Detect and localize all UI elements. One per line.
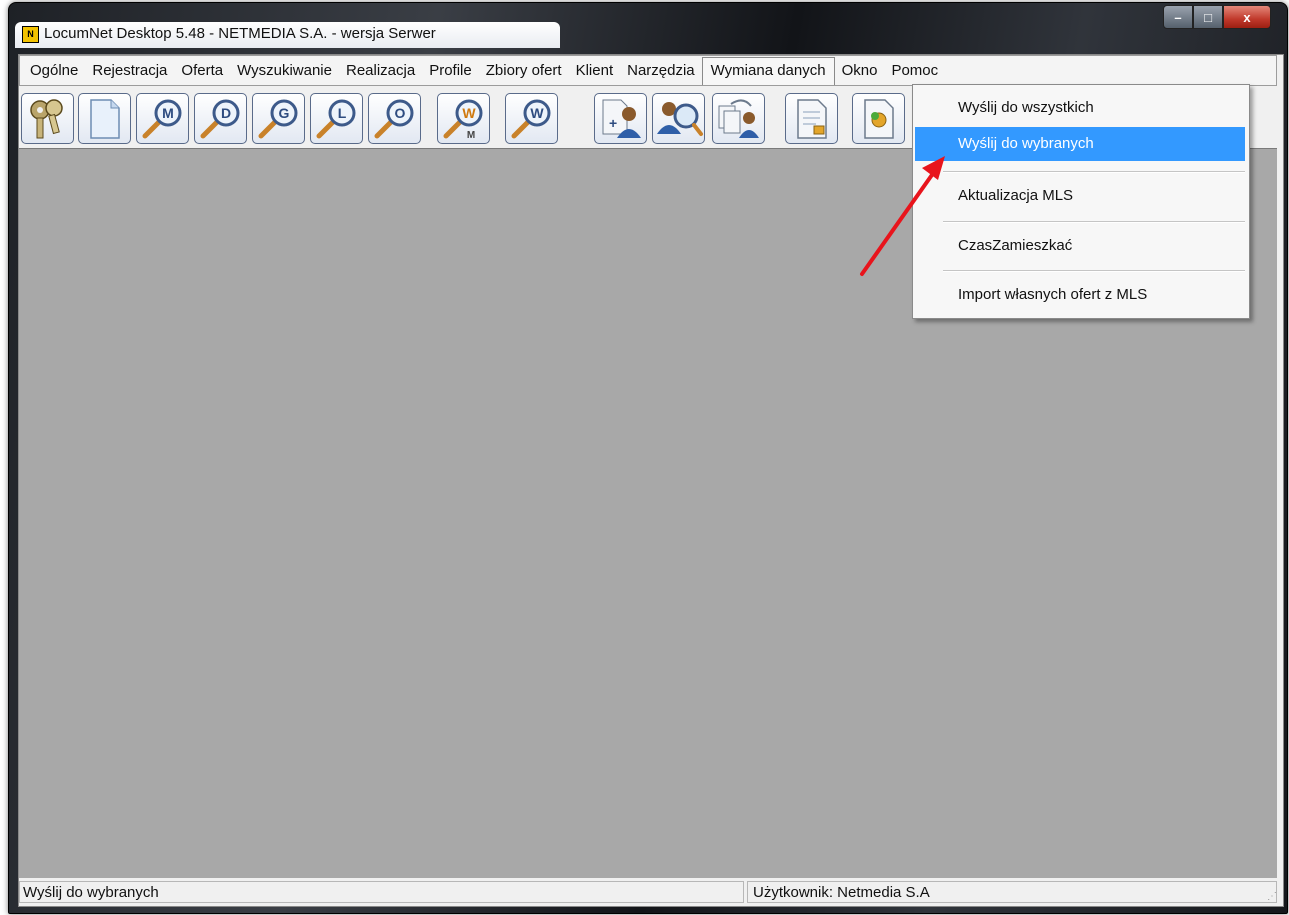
menu-narzedzia[interactable]: Narzędzia	[620, 57, 702, 84]
search-o-button[interactable]: O	[368, 93, 421, 144]
app-logo-icon: N	[22, 26, 39, 43]
search-m-letter: M	[162, 105, 174, 121]
search-w-icon: W	[511, 99, 551, 139]
search-d-button[interactable]: D	[194, 93, 247, 144]
maximize-button[interactable]: □	[1193, 5, 1223, 29]
svg-text:+: +	[609, 115, 617, 131]
document-edit-icon	[797, 99, 827, 139]
menu-okno[interactable]: Okno	[835, 57, 885, 84]
search-o-icon: O	[374, 99, 414, 139]
menu-bar: Ogólne Rejestracja Oferta Wyszukiwanie R…	[19, 55, 1277, 86]
search-o-letter: O	[395, 105, 406, 121]
search-client-icon	[657, 102, 703, 136]
menu-option-mls-update[interactable]: Aktualizacja MLS	[915, 179, 1245, 213]
menu-option-czaszamieszkac[interactable]: CzasZamieszkać	[915, 229, 1245, 263]
search-w-letter: W	[530, 105, 544, 121]
window-controls: – □ x	[1163, 5, 1271, 29]
menu-realizacja[interactable]: Realizacja	[339, 57, 422, 84]
search-wm-icon: W M	[443, 99, 483, 141]
menu-separator	[943, 221, 1245, 223]
search-g-letter: G	[279, 105, 290, 121]
settings-document-icon	[864, 99, 894, 139]
search-g-icon: G	[258, 99, 298, 139]
menu-separator	[943, 171, 1245, 173]
title-bar[interactable]: N LocumNet Desktop 5.48 - NETMEDIA S.A. …	[9, 3, 1287, 48]
status-message: Wyślij do wybranych	[19, 881, 744, 903]
status-user: Użytkownik: Netmedia S.A	[747, 881, 1277, 903]
keys-icon	[30, 99, 63, 139]
keys-button[interactable]	[21, 93, 74, 144]
blank-document-icon	[90, 99, 120, 139]
menu-klient[interactable]: Klient	[569, 57, 621, 84]
menu-ogolne[interactable]: Ogólne	[23, 57, 85, 84]
search-g-button[interactable]: G	[252, 93, 305, 144]
menu-rejestracja[interactable]: Rejestracja	[85, 57, 174, 84]
search-l-icon: L	[316, 99, 356, 139]
search-wm-button[interactable]: W M	[437, 93, 490, 144]
menu-option-send-all[interactable]: Wyślij do wszystkich	[915, 91, 1245, 125]
search-d-letter: D	[221, 105, 231, 121]
copy-client-button[interactable]	[712, 93, 765, 144]
menu-oferta[interactable]: Oferta	[174, 57, 230, 84]
search-l-button[interactable]: L	[310, 93, 363, 144]
new-document-button[interactable]	[78, 93, 131, 144]
search-d-icon: D	[200, 99, 240, 139]
menu-option-import-mls[interactable]: Import własnych ofert z MLS	[915, 278, 1245, 312]
search-m-button[interactable]: M	[136, 93, 189, 144]
resize-grip-icon[interactable]: ⋰	[1267, 891, 1277, 902]
status-bar: Wyślij do wybranych Użytkownik: Netmedia…	[19, 879, 1281, 905]
search-m-icon: M	[142, 99, 182, 139]
menu-zbiory-ofert[interactable]: Zbiory ofert	[479, 57, 569, 84]
search-client-button[interactable]	[652, 93, 705, 144]
close-button[interactable]: x	[1223, 5, 1271, 29]
add-client-button[interactable]: +	[594, 93, 647, 144]
menu-wyszukiwanie[interactable]: Wyszukiwanie	[230, 57, 339, 84]
window-title: LocumNet Desktop 5.48 - NETMEDIA S.A. - …	[44, 25, 436, 42]
menu-profile[interactable]: Profile	[422, 57, 479, 84]
menu-option-send-selected[interactable]: Wyślij do wybranych	[915, 127, 1245, 161]
search-l-letter: L	[338, 105, 347, 121]
minimize-button[interactable]: –	[1163, 5, 1193, 29]
menu-wymiana-danych[interactable]: Wymiana danych	[701, 56, 835, 85]
wymiana-danych-dropdown: Wyślij do wszystkich Wyślij do wybranych…	[912, 84, 1250, 319]
search-w-button[interactable]: W	[505, 93, 558, 144]
add-client-icon: +	[602, 99, 641, 138]
copy-client-icon	[718, 99, 759, 138]
search-wm-subletter: M	[467, 130, 475, 141]
document-edit-button[interactable]	[785, 93, 838, 144]
menu-pomoc[interactable]: Pomoc	[884, 57, 945, 84]
settings-document-button[interactable]	[852, 93, 905, 144]
search-wm-letter: W	[462, 105, 476, 121]
menu-separator	[943, 270, 1245, 272]
